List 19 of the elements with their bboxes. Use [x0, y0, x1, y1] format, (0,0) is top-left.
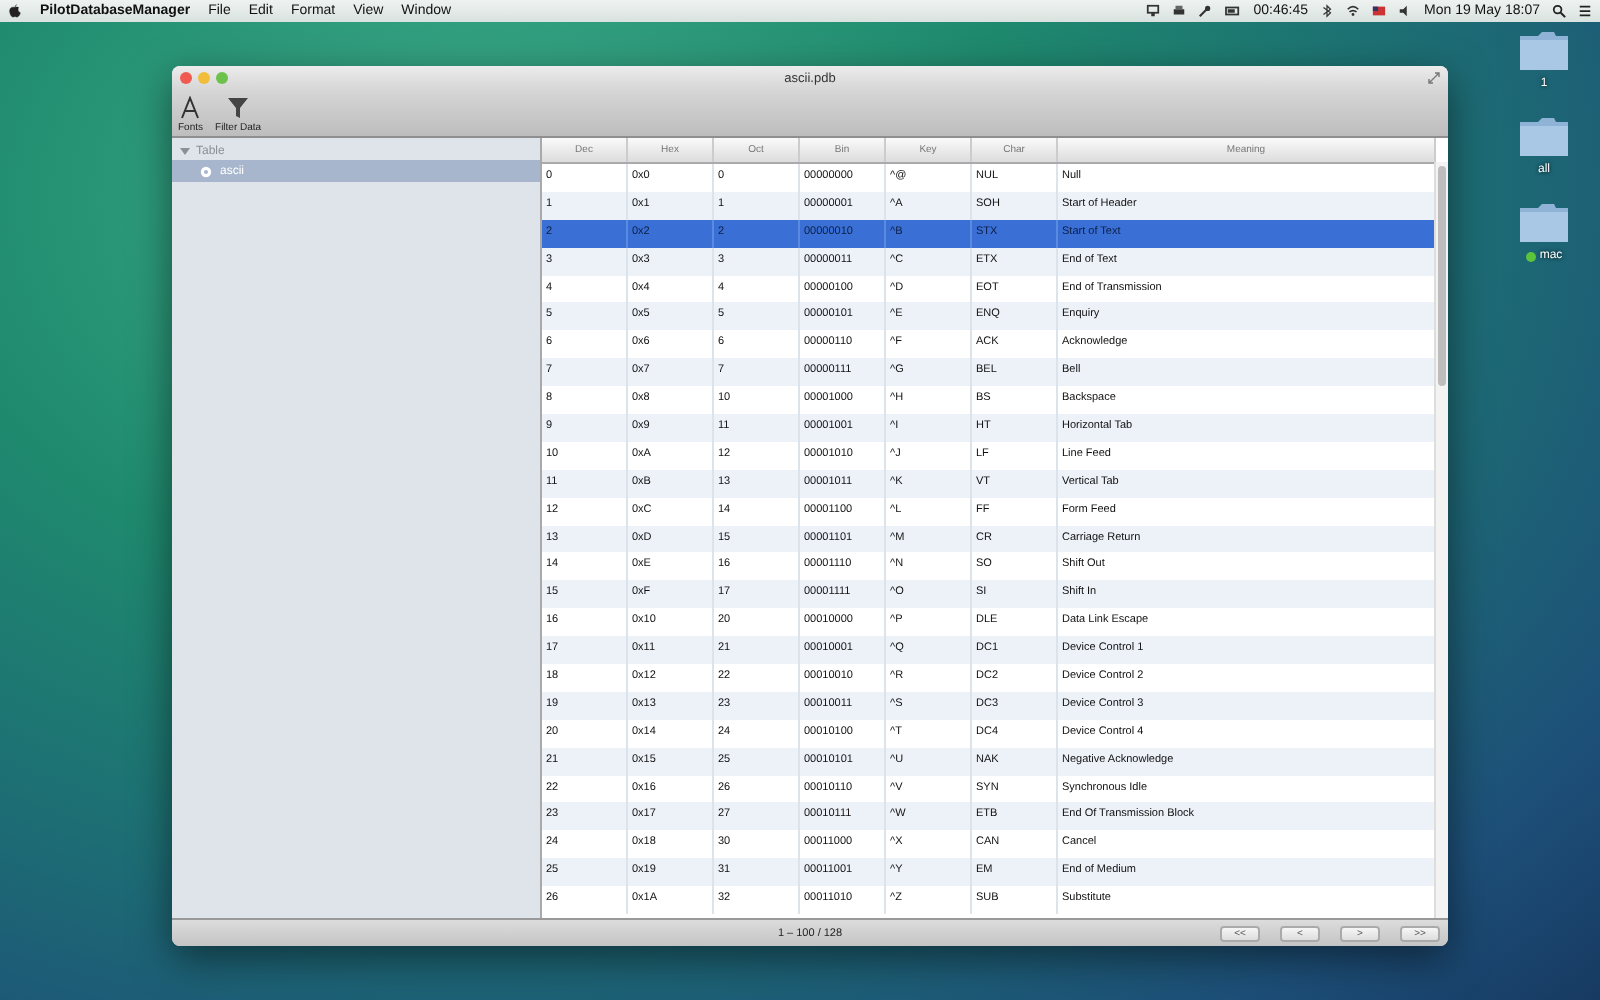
wifi-icon[interactable] [1346, 4, 1361, 18]
printer-icon[interactable] [1171, 4, 1186, 18]
folder-icon[interactable] [1518, 200, 1570, 244]
flag-icon[interactable] [1372, 4, 1387, 18]
folder-icon[interactable] [1518, 114, 1570, 158]
scrollbar-thumb[interactable] [1438, 166, 1446, 386]
apple-logo-icon[interactable] [8, 4, 22, 18]
gear-icon [200, 165, 212, 177]
bluetooth-icon[interactable] [1320, 4, 1335, 18]
close-button[interactable] [180, 72, 192, 84]
search-icon[interactable] [1552, 4, 1566, 18]
letter-a-icon [178, 96, 203, 120]
folder-icon[interactable] [1518, 28, 1570, 72]
volume-icon[interactable] [1398, 4, 1413, 18]
funnel-icon [226, 96, 251, 120]
list-icon[interactable] [1578, 4, 1592, 18]
display-icon[interactable] [1145, 4, 1160, 18]
battery-icon[interactable] [1223, 4, 1242, 18]
fullscreen-icon[interactable] [1428, 72, 1440, 84]
